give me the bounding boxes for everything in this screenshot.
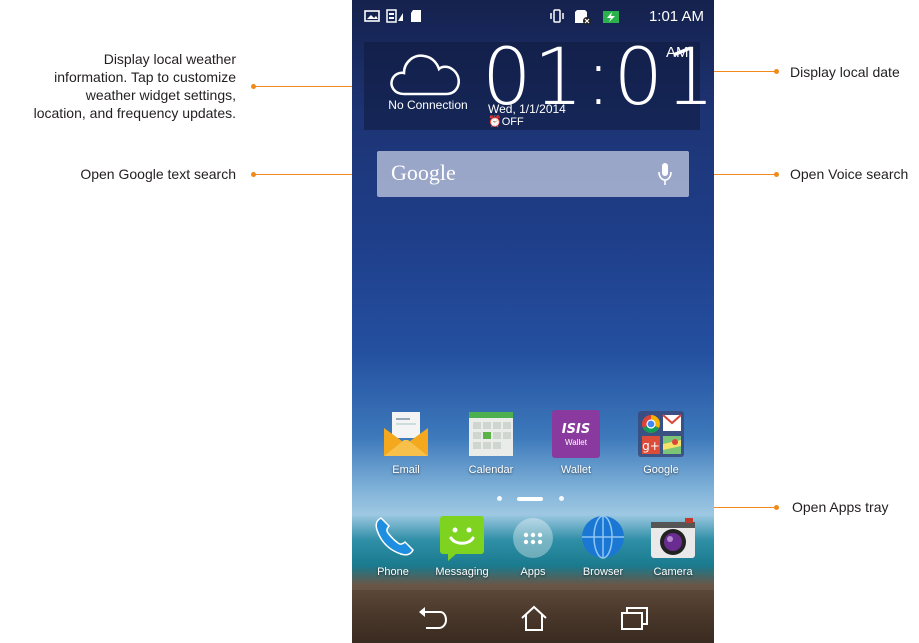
google-search-text[interactable]: Google: [391, 160, 456, 186]
google-folder-icon: g+: [638, 411, 684, 457]
date-callout-dot: [774, 69, 779, 74]
google-search-callout: Open Google text search: [80, 166, 236, 182]
page-dot-current: [517, 497, 543, 501]
alarm-status: ⏰OFF: [488, 116, 524, 128]
page-dot-1: [497, 496, 502, 501]
voice-callout-dot: [774, 172, 779, 177]
wallet-badge: ISIS: [561, 422, 591, 437]
page-indicator: [497, 496, 569, 502]
wallet-sub: Wallet: [565, 438, 587, 447]
status-bar: 1:01 AM: [352, 0, 714, 34]
clock-weather-widget[interactable]: No Connection 01:01 AM Wed, 1/1/2014 ⏰OF…: [364, 36, 714, 130]
dock-phone[interactable]: Phone: [358, 514, 428, 580]
battery-charging-icon: [603, 11, 619, 23]
svg-text:g+: g+: [642, 439, 660, 453]
image-icon: [364, 10, 380, 22]
cloud-icon[interactable]: [388, 50, 464, 98]
clock-ampm: AM: [666, 44, 689, 61]
weather-callout-line-1: Display local weather: [103, 51, 236, 67]
app-wallet[interactable]: ISIS Wallet Wallet: [541, 410, 611, 484]
sd-card-icon: [411, 10, 421, 22]
apps-callout: Open Apps tray: [792, 499, 889, 515]
status-time: 1:01 AM: [648, 8, 704, 25]
weather-callout-line-4: location, and frequency updates.: [33, 105, 236, 121]
calendar-icon: [469, 412, 513, 456]
apps-callout-dot: [774, 505, 779, 510]
app-email[interactable]: Email: [371, 410, 441, 484]
weather-callout-line-2: information. Tap to customize: [54, 69, 236, 85]
email-icon: [384, 412, 428, 456]
voice-callout: Open Voice search: [790, 166, 909, 182]
clock-date[interactable]: Wed, 1/1/2014: [488, 102, 566, 116]
page-dot-3: [559, 496, 564, 501]
dock-browser[interactable]: Browser: [568, 514, 638, 580]
wallet-icon: ISIS Wallet: [552, 410, 600, 458]
dock-apps[interactable]: Apps: [498, 514, 568, 580]
apps-icon: [513, 518, 553, 558]
navigation-bar: [352, 590, 714, 643]
sim-signal-icon: [386, 9, 403, 23]
home-icon[interactable]: [518, 604, 550, 632]
dock-label-messaging: Messaging: [435, 566, 489, 578]
dock-label-browser: Browser: [582, 566, 624, 578]
app-label-google: Google: [643, 464, 679, 476]
back-icon[interactable]: [416, 604, 448, 632]
camera-icon: [651, 518, 695, 558]
dock-label-apps: Apps: [520, 566, 546, 578]
dock-label-phone: Phone: [377, 566, 409, 578]
weather-callout-line-3: weather widget settings,: [85, 87, 236, 103]
app-label-wallet: Wallet: [560, 464, 592, 476]
dock-label-camera: Camera: [653, 566, 693, 578]
browser-icon: [582, 515, 624, 559]
dock-camera[interactable]: Camera: [638, 514, 708, 580]
messaging-icon: [440, 516, 484, 561]
google-search-bar[interactable]: Google: [377, 151, 689, 197]
weather-callout: Display local weather information. Tap t…: [0, 50, 236, 122]
app-label-email: Email: [392, 464, 420, 476]
app-label-calendar: Calendar: [468, 464, 514, 476]
mic-icon[interactable]: [657, 162, 673, 186]
phone-icon: [375, 517, 414, 556]
vibrate-icon: [550, 9, 564, 23]
recent-apps-icon[interactable]: [618, 604, 650, 632]
dock-messaging[interactable]: Messaging: [427, 514, 497, 580]
app-google-folder[interactable]: g+ Google: [626, 410, 696, 484]
no-sim-icon: [575, 10, 591, 25]
phone-screen: 1:01 AM No Connection 01:01 AM Wed, 1/1/…: [352, 0, 714, 643]
date-callout: Display local date: [790, 64, 900, 80]
app-calendar[interactable]: Calendar: [456, 410, 526, 484]
weather-status: No Connection: [388, 98, 468, 112]
